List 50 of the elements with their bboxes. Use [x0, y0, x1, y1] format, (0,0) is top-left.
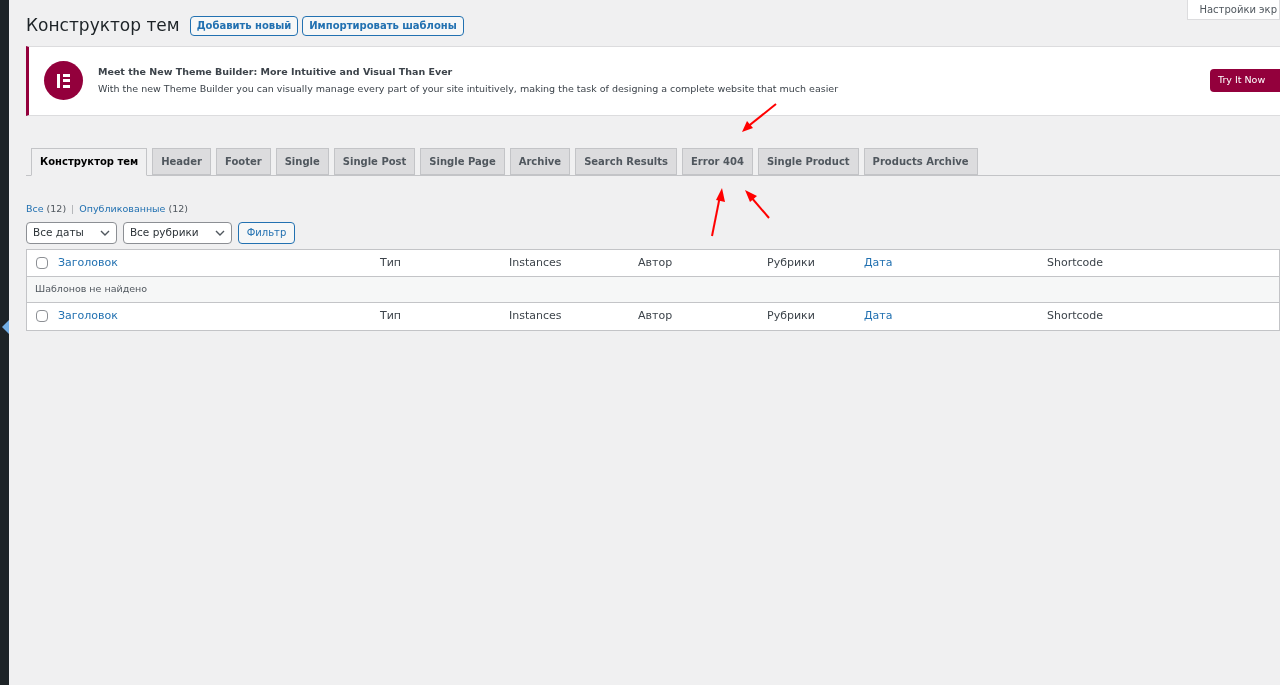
column-header-link[interactable]: Заголовок [58, 255, 118, 269]
tab[interactable]: Single Page [420, 147, 505, 175]
tab[interactable]: Single Post [333, 147, 416, 175]
try-it-now-button[interactable]: Try It Now [1210, 69, 1280, 92]
notice-text: With the new Theme Builder you can visually manage every part of your site intuitively, making the task of designing a complete website that much easier [98, 81, 840, 96]
column-header-link[interactable]: Заголовок [58, 309, 118, 322]
column-header-link[interactable]: Дата [864, 309, 893, 322]
screen-options-button[interactable]: Настройки экр [1187, 0, 1280, 20]
column-header-link[interactable]: Дата [864, 255, 893, 269]
collapse-arrow-icon[interactable] [2, 320, 9, 334]
separator: | [71, 201, 75, 216]
chevron-icon [99, 229, 110, 236]
select-all-checkbox[interactable] [36, 256, 48, 269]
annotation-arrow [708, 186, 726, 238]
page-title: Конструктор тем [26, 14, 180, 37]
tab[interactable]: Archive [509, 147, 571, 175]
view-count: (12) [46, 201, 67, 216]
chevron-icon [214, 229, 225, 236]
column-header: Тип [380, 309, 402, 322]
header-button[interactable]: Добавить новый [189, 15, 299, 36]
filter-select[interactable]: Все рубрики [122, 221, 232, 244]
tab[interactable]: Error 404 [682, 147, 753, 175]
filter-button[interactable]: Фильтр [237, 221, 296, 244]
tab[interactable]: Footer [216, 147, 271, 175]
filter-select[interactable]: Все даты [26, 221, 117, 244]
tab[interactable]: Конструктор тем [31, 147, 148, 176]
tab[interactable]: Single [275, 147, 329, 175]
annotation-arrow [740, 102, 778, 134]
view-count: (12) [168, 201, 188, 216]
empty-message: Шаблонов не найдено [35, 282, 148, 297]
tab[interactable]: Search Results [575, 147, 678, 175]
column-header: Тип [380, 255, 402, 269]
column-header: Shortcode [1047, 309, 1104, 322]
annotation-arrow [743, 188, 771, 220]
column-header: Instances [509, 309, 562, 322]
view-link[interactable]: Все [26, 201, 44, 216]
column-header: Instances [509, 255, 562, 269]
column-header: Рубрики [767, 255, 815, 269]
column-header: Автор [638, 309, 673, 322]
elementor-logo-icon [44, 61, 83, 100]
tab[interactable]: Single Product [757, 147, 859, 175]
view-link[interactable]: Опубликованные [79, 201, 166, 216]
column-header: Рубрики [767, 309, 815, 322]
header-button[interactable]: Импортировать шаблоны [302, 15, 464, 36]
tab[interactable]: Header [152, 147, 211, 175]
column-header: Shortcode [1047, 255, 1104, 269]
notice-title: Meet the New Theme Builder: More Intuitive and Visual Than Ever [98, 65, 454, 80]
tab[interactable]: Products Archive [863, 147, 978, 175]
column-header: Автор [638, 255, 673, 269]
select-all-checkbox[interactable] [36, 310, 48, 323]
